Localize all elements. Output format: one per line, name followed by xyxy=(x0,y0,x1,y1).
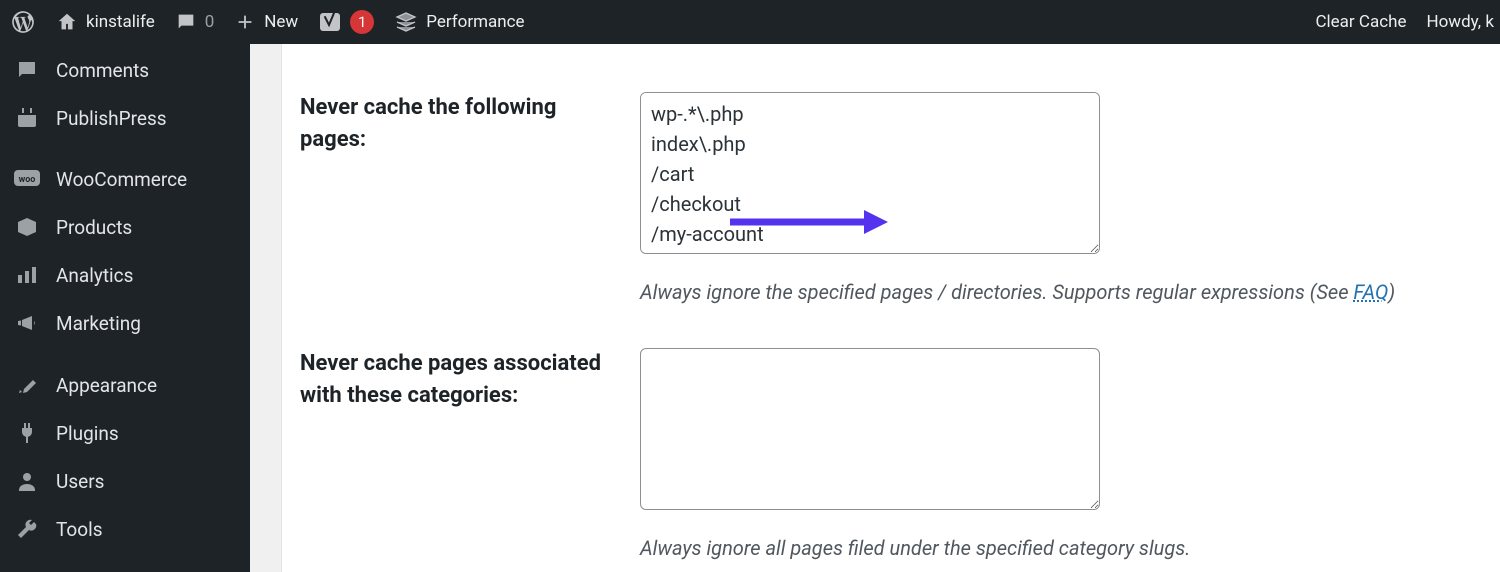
clear-cache-label: Clear Cache xyxy=(1315,12,1406,32)
sidebar-item-users[interactable]: Users xyxy=(0,457,250,505)
howdy-label: Howdy, k xyxy=(1426,12,1494,32)
svg-text:woo: woo xyxy=(19,175,36,185)
sidebar-item-label: Users xyxy=(56,470,104,493)
brush-icon xyxy=(14,373,40,397)
yoast-button[interactable]: 1 xyxy=(308,0,384,44)
never-cache-categories-help: Always ignore all pages filed under the … xyxy=(640,536,1500,560)
wp-logo-button[interactable] xyxy=(0,0,46,44)
comment-icon xyxy=(175,11,197,33)
site-name-label: kinstalife xyxy=(86,12,155,32)
sidebar-item-comments[interactable]: Comments xyxy=(0,46,250,94)
performance-label: Performance xyxy=(426,12,524,32)
wrench-icon xyxy=(14,517,40,541)
megaphone-icon xyxy=(14,311,40,335)
clear-cache-button[interactable]: Clear Cache xyxy=(1305,0,1416,44)
sidebar-item-label: Products xyxy=(56,216,132,239)
plug-icon xyxy=(14,421,40,445)
sidebar-item-label: PublishPress xyxy=(56,107,167,130)
sidebar-item-label: WooCommerce xyxy=(56,168,187,191)
content-left-strip xyxy=(250,44,282,572)
sidebar-item-label: Appearance xyxy=(56,374,157,397)
box-icon xyxy=(14,215,40,239)
sidebar-item-woocommerce[interactable]: woo WooCommerce xyxy=(0,156,250,203)
faq-link[interactable]: FAQ xyxy=(1353,280,1388,304)
new-content-button[interactable]: New xyxy=(224,0,308,44)
bar-chart-icon xyxy=(14,263,40,287)
comments-bubble-button[interactable]: 0 xyxy=(165,0,225,44)
plus-icon xyxy=(234,11,256,33)
sidebar-item-label: Tools xyxy=(56,518,103,541)
sidebar-item-label: Plugins xyxy=(56,422,119,445)
performance-button[interactable]: Performance xyxy=(384,0,534,44)
sidebar-item-appearance[interactable]: Appearance xyxy=(0,361,250,409)
setting-never-cache-categories: Never cache pages associated with these … xyxy=(250,328,1500,514)
never-cache-categories-label: Never cache pages associated with these … xyxy=(300,348,640,514)
howdy-user-button[interactable]: Howdy, k xyxy=(1416,0,1494,44)
sidebar-item-label: Marketing xyxy=(56,312,141,335)
calendar-icon xyxy=(14,106,40,130)
never-cache-categories-textarea[interactable] xyxy=(640,348,1100,510)
admin-bar: kinstalife 0 New 1 Performance xyxy=(0,0,1500,44)
new-label: New xyxy=(264,12,298,32)
never-cache-pages-help: Always ignore the specified pages / dire… xyxy=(640,280,1500,304)
content-area: Never cache the following pages: Always … xyxy=(250,44,1500,572)
sidebar-item-label: Analytics xyxy=(56,264,133,287)
sidebar-item-marketing[interactable]: Marketing xyxy=(0,299,250,347)
sidebar-item-tools[interactable]: Tools xyxy=(0,505,250,553)
home-icon xyxy=(56,11,78,33)
sidebar-item-label: Comments xyxy=(56,59,149,82)
site-home-button[interactable]: kinstalife xyxy=(46,0,165,44)
yoast-icon xyxy=(318,10,342,34)
comment-icon xyxy=(14,58,40,82)
user-icon xyxy=(14,469,40,493)
sidebar-item-publishpress[interactable]: PublishPress xyxy=(0,94,250,142)
sidebar-item-products[interactable]: Products xyxy=(0,203,250,251)
wordpress-icon xyxy=(10,9,36,35)
admin-sidebar: Comments PublishPress woo WooCommerce Pr… xyxy=(0,44,250,572)
yoast-badge: 1 xyxy=(350,10,374,34)
performance-icon xyxy=(394,10,418,34)
never-cache-pages-label: Never cache the following pages: xyxy=(300,92,640,258)
sidebar-item-analytics[interactable]: Analytics xyxy=(0,251,250,299)
comments-count: 0 xyxy=(205,12,215,32)
woocommerce-icon: woo xyxy=(14,170,40,190)
annotation-arrow xyxy=(728,208,888,236)
sidebar-item-plugins[interactable]: Plugins xyxy=(0,409,250,457)
